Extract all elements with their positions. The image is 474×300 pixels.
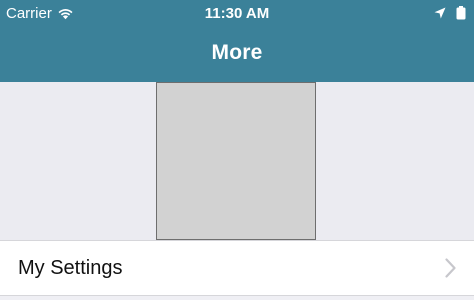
placeholder-image[interactable] — [156, 82, 316, 240]
profile-area — [0, 82, 474, 240]
status-time: 11:30 AM — [204, 5, 270, 22]
more-screen: Carrier 11:30 AM More My Settings — [0, 0, 474, 300]
list-item-my-settings[interactable]: My Settings — [0, 240, 474, 296]
status-right-group — [434, 6, 466, 20]
location-arrow-icon — [434, 7, 446, 19]
battery-icon — [456, 6, 466, 20]
page-title: More — [211, 41, 263, 64]
status-bar: Carrier 11:30 AM — [0, 0, 474, 28]
table-background — [0, 296, 474, 300]
list-item-label: My Settings — [18, 257, 123, 279]
chevron-right-icon — [445, 258, 456, 278]
header: Carrier 11:30 AM More — [0, 0, 474, 82]
